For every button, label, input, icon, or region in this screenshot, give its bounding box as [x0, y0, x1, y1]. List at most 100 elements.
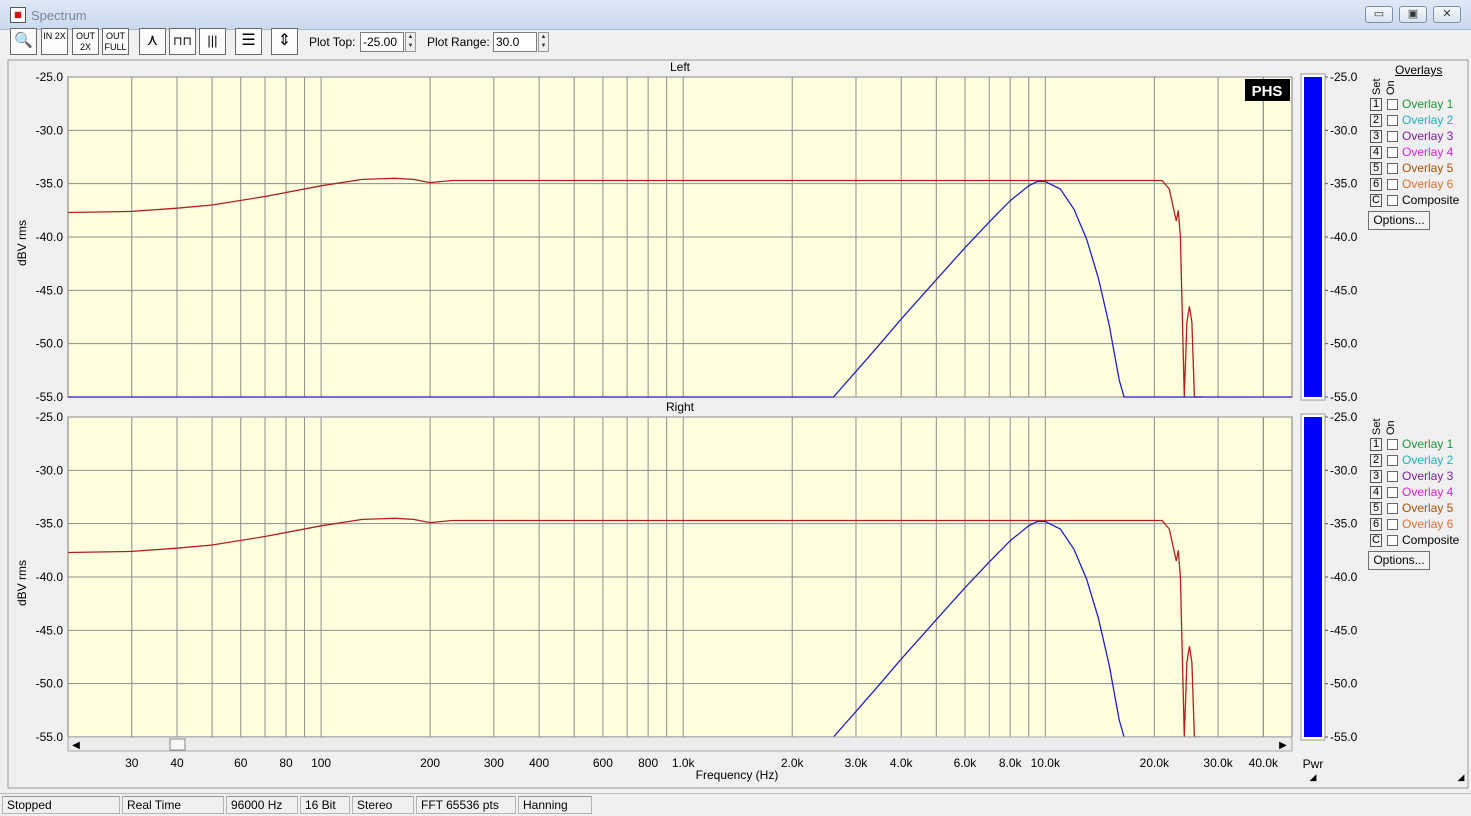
overlay-label: Composite	[1402, 533, 1460, 547]
x-tick-label: 100	[311, 756, 331, 770]
pwr-tick-label: -40.0	[1330, 230, 1358, 244]
x-tick-label: 1.0k	[672, 756, 696, 770]
left-y-axis-label: dBV rms	[15, 220, 29, 266]
overlay-set-button-4[interactable]: 4	[1370, 146, 1382, 159]
scroll-right-arrow-icon[interactable]: ▶	[1279, 740, 1287, 751]
right-set-column-label: Set	[1371, 418, 1383, 435]
right-on-column-label: On	[1385, 420, 1397, 435]
overlay-label: Overlay 1	[1402, 97, 1454, 111]
pwr-tick-label: -45.0	[1330, 623, 1358, 637]
left-options-button[interactable]: Options...	[1368, 211, 1430, 230]
overlay-label: Overlay 6	[1402, 177, 1454, 191]
pwr-tick-label: -30.0	[1330, 123, 1358, 137]
overlay-label: Overlay 6	[1402, 517, 1454, 531]
overlay-on-checkbox-2[interactable]	[1387, 115, 1398, 126]
y-tick-label: -50.0	[36, 677, 64, 691]
x-tick-label: 3.0k	[845, 756, 869, 770]
status-fft-size: FFT 65536 pts	[416, 796, 516, 814]
overlay-on-checkbox-4[interactable]	[1387, 147, 1398, 158]
x-tick-label: 800	[638, 756, 658, 770]
overlay-set-button-2[interactable]: 2	[1370, 114, 1382, 127]
overlay-set-button-6[interactable]: 6	[1370, 518, 1382, 531]
y-tick-label: -40.0	[36, 230, 64, 244]
overlay-label: Overlay 5	[1402, 161, 1454, 175]
right-pwr-meter-bar	[1304, 417, 1322, 737]
overlay-on-checkbox-6[interactable]	[1387, 179, 1398, 190]
x-tick-label: 2.0k	[781, 756, 805, 770]
right-pwr-ticks: -25.0 -30.0 -35.0 -40.0 -45.0 -50.0 -55.0	[1325, 410, 1358, 744]
x-tick-label: 6.0k	[954, 756, 978, 770]
overlay-on-checkbox-4[interactable]	[1387, 487, 1398, 498]
set-column-label: Set	[1371, 78, 1383, 95]
horizontal-scrollbar[interactable]	[67, 736, 1293, 752]
x-tick-label: 80	[279, 756, 293, 770]
spectrum-plots: Left -25.0 -30.0 -35.0 -40.0 -45.0 -50.0 -55.0…	[7, 59, 1469, 789]
right-options-button[interactable]: Options...	[1368, 551, 1430, 570]
overlay-set-button-4[interactable]: 4	[1370, 486, 1382, 499]
status-bit-depth: 16 Bit	[300, 796, 350, 814]
overlay-on-checkbox-1[interactable]	[1387, 99, 1398, 110]
overlay-set-button-1[interactable]: 1	[1370, 98, 1382, 111]
overlay-set-button-6[interactable]: 6	[1370, 178, 1382, 191]
on-column-label: On	[1385, 80, 1397, 95]
y-tick-label: -45.0	[36, 283, 64, 297]
x-axis-label: Frequency (Hz)	[696, 768, 779, 782]
overlay-on-checkbox-6[interactable]	[1387, 519, 1398, 530]
y-tick-label: -40.0	[36, 570, 64, 584]
status-mode: Real Time	[122, 796, 224, 814]
status-sample-rate: 96000 Hz	[226, 796, 298, 814]
scrollbar-thumb[interactable]	[169, 738, 186, 751]
overlay-on-checkbox-3[interactable]	[1387, 131, 1398, 142]
status-channels: Stereo	[352, 796, 414, 814]
x-tick-label: 400	[529, 756, 549, 770]
overlay-set-button-2[interactable]: 2	[1370, 454, 1382, 467]
x-tick-label: 10.0k	[1031, 756, 1061, 770]
overlay-label: Overlay 5	[1402, 501, 1454, 515]
y-tick-label: -25.0	[36, 410, 64, 424]
overlay-set-button-5[interactable]: 5	[1370, 162, 1382, 175]
y-tick-label: -35.0	[36, 517, 64, 531]
status-state: Stopped	[2, 796, 120, 814]
left-y-ticks: -25.0 -30.0 -35.0 -40.0 -45.0 -50.0 -55.0	[36, 70, 64, 404]
overlay-on-checkbox-5[interactable]	[1387, 503, 1398, 514]
pwr-tick-label: -25.0	[1330, 70, 1358, 84]
overlay-label: Overlay 3	[1402, 129, 1454, 143]
right-y-ticks: -25.0 -30.0 -35.0 -40.0 -45.0 -50.0 -55.0	[36, 410, 64, 744]
x-tick-label: 40.0k	[1249, 756, 1279, 770]
overlay-set-button-3[interactable]: 3	[1370, 470, 1382, 483]
left-pwr-ticks: -25.0 -30.0 -35.0 -40.0 -45.0 -50.0 -55.0	[1325, 70, 1358, 404]
y-tick-label: -45.0	[36, 623, 64, 637]
overlay-set-button-5[interactable]: 5	[1370, 502, 1382, 515]
overlay-on-checkbox-c[interactable]	[1387, 195, 1398, 206]
y-tick-label: -30.0	[36, 123, 64, 137]
x-tick-label: 40	[170, 756, 184, 770]
overlay-label: Overlay 4	[1402, 485, 1454, 499]
status-bar: Stopped Real Time 96000 Hz 16 Bit Stereo…	[0, 793, 1471, 816]
x-tick-label: 20.0k	[1140, 756, 1170, 770]
overlay-set-button-1[interactable]: 1	[1370, 438, 1382, 451]
overlay-on-checkbox-5[interactable]	[1387, 163, 1398, 174]
pwr-tick-label: -50.0	[1330, 677, 1358, 691]
overlay-set-button-c[interactable]: C	[1370, 534, 1382, 547]
phs-logo-text: PHS	[1252, 83, 1283, 100]
overlay-on-checkbox-c[interactable]	[1387, 535, 1398, 546]
pwr-tick-label: -30.0	[1330, 463, 1358, 477]
overlay-on-checkbox-1[interactable]	[1387, 439, 1398, 450]
overlay-on-checkbox-2[interactable]	[1387, 455, 1398, 466]
x-tick-label: 60	[234, 756, 248, 770]
pwr-label: Pwr	[1303, 757, 1324, 771]
pwr-tick-label: -35.0	[1330, 517, 1358, 531]
overlay-on-checkbox-3[interactable]	[1387, 471, 1398, 482]
scroll-left-arrow-icon[interactable]: ◀	[72, 740, 80, 751]
overlay-label: Overlay 2	[1402, 453, 1454, 467]
overlay-set-button-c[interactable]: C	[1370, 194, 1382, 207]
x-tick-label: 30	[125, 756, 139, 770]
pwr-tick-label: -45.0	[1330, 283, 1358, 297]
window-resize-grip-icon[interactable]: ◢	[1458, 772, 1465, 782]
x-tick-label: 30.0k	[1203, 756, 1233, 770]
pwr-resize-grip-icon[interactable]: ◢	[1310, 772, 1317, 782]
overlay-set-button-3[interactable]: 3	[1370, 130, 1382, 143]
pwr-tick-label: -50.0	[1330, 337, 1358, 351]
y-tick-label: -30.0	[36, 463, 64, 477]
x-tick-label: 4.0k	[890, 756, 914, 770]
